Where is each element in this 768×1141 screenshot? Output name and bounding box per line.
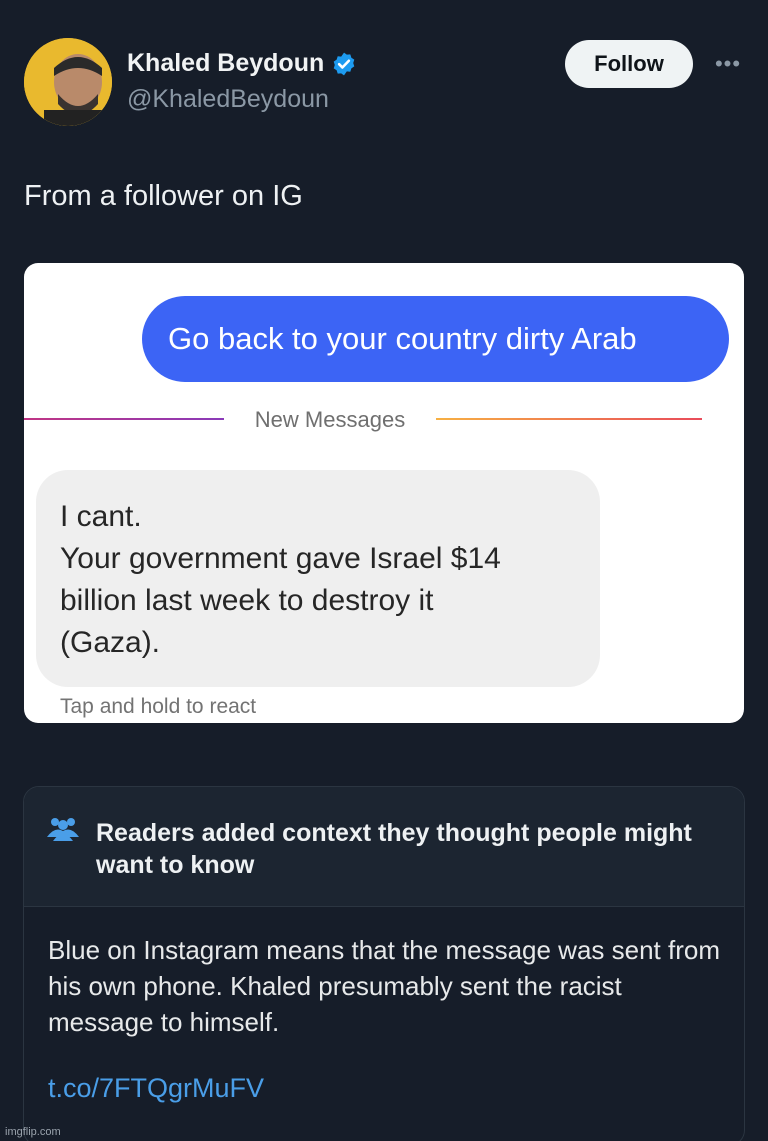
outgoing-message-bubble: Go back to your country dirty Arab	[142, 296, 729, 382]
community-note-title: Readers added context they thought peopl…	[96, 819, 692, 879]
incoming-message-line: I cant.	[60, 500, 142, 533]
react-hint: Tap and hold to react	[60, 695, 257, 718]
incoming-message-line: Your government gave Israel $14	[60, 542, 501, 575]
author-handle[interactable]: @KhaledBeydoun	[127, 85, 329, 114]
instagram-screenshot[interactable]: Go back to your country dirty Arab New M…	[24, 263, 744, 723]
community-note-link[interactable]: t.co/7FTQgrMuFV	[48, 1073, 264, 1104]
community-note-header: Readers added context they thought peopl…	[24, 787, 744, 907]
follow-button[interactable]: Follow	[565, 40, 693, 88]
tweet-text: From a follower on IG	[24, 180, 303, 212]
community-note-body: Blue on Instagram means that the message…	[48, 935, 721, 1037]
people-icon	[46, 815, 80, 841]
incoming-message-line: (Gaza).	[60, 626, 161, 659]
avatar[interactable]	[24, 38, 112, 126]
incoming-message-line: billion last week to destroy it	[60, 584, 434, 617]
community-note: Readers added context they thought peopl…	[23, 786, 745, 1141]
author-name[interactable]: Khaled Beydoun	[127, 49, 324, 78]
outgoing-message-text: Go back to your country dirty Arab	[168, 321, 637, 356]
divider-line-right	[436, 418, 702, 420]
verified-badge-icon	[331, 51, 357, 77]
author-name-row: Khaled Beydoun	[127, 49, 357, 78]
new-messages-divider-label: New Messages	[254, 407, 406, 432]
more-icon[interactable]: •••	[708, 50, 748, 78]
incoming-message-bubble: I cant. Your government gave Israel $14 …	[36, 470, 600, 687]
divider-line-left	[24, 418, 224, 420]
watermark: imgflip.com	[5, 1126, 61, 1138]
